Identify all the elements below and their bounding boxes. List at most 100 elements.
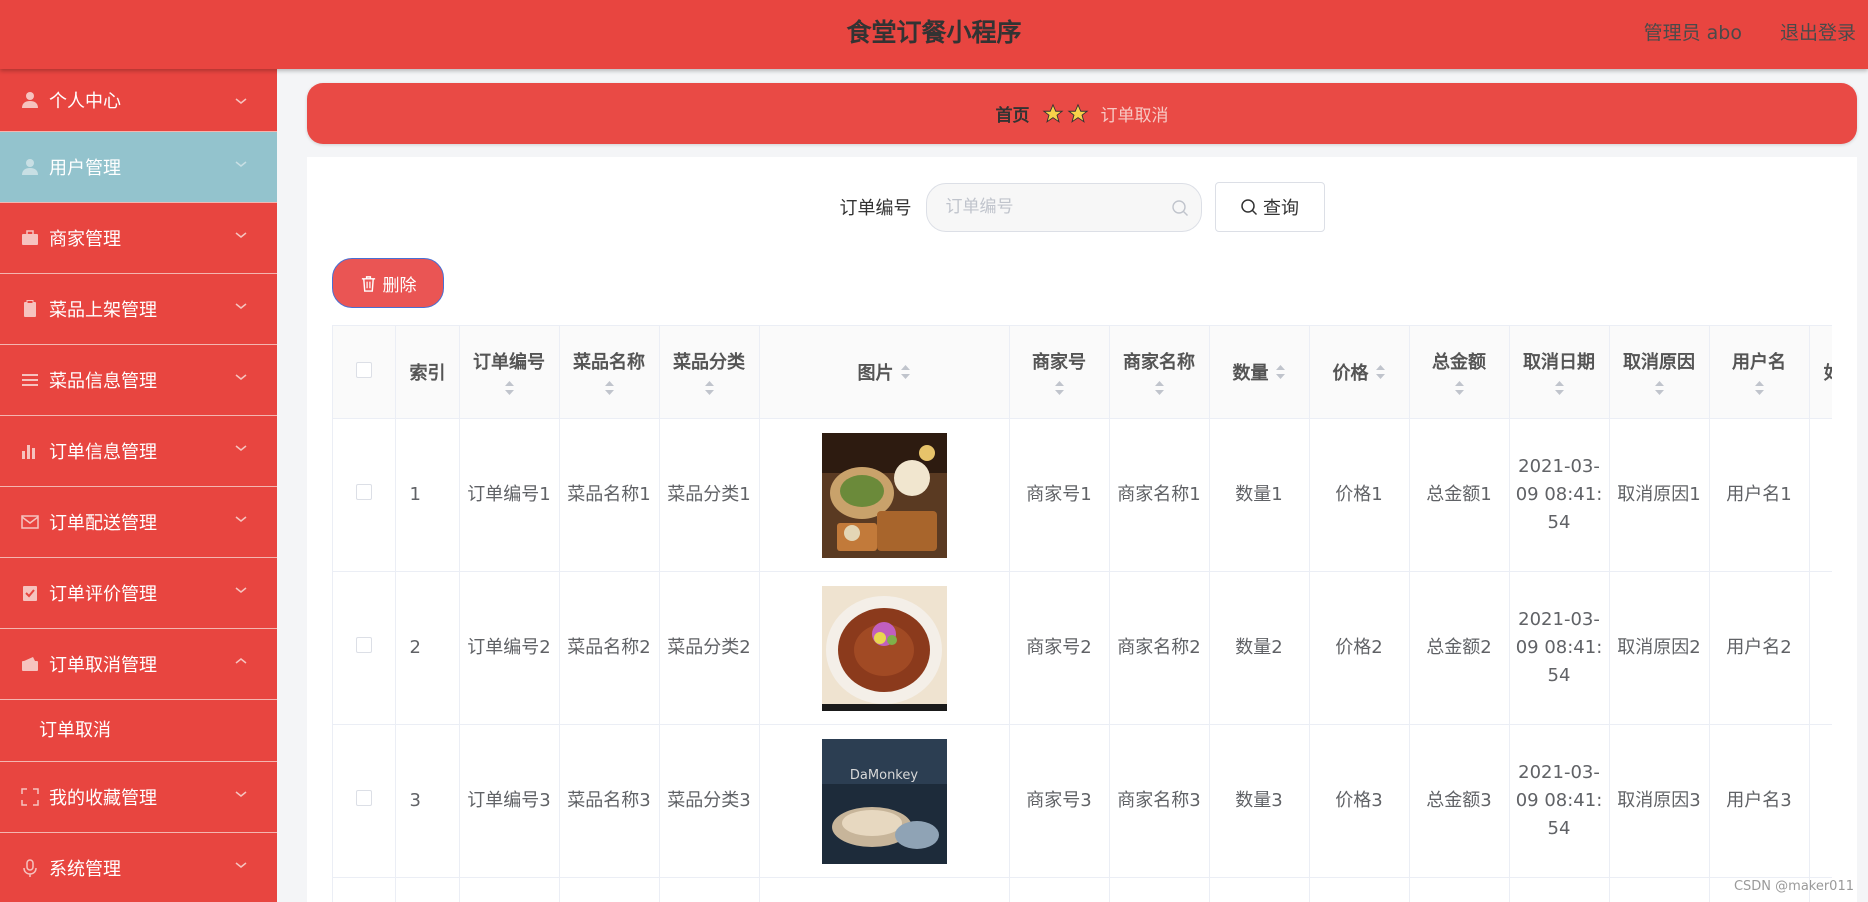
select-all-checkbox[interactable] — [355, 361, 372, 378]
cell-price: 价格3 — [1309, 724, 1410, 878]
chevron-down-icon — [235, 374, 247, 380]
row-checkbox-cell — [333, 724, 396, 878]
cell-quantity: 数量1 — [1209, 418, 1310, 572]
search-icon — [1241, 199, 1258, 216]
person-icon — [20, 90, 40, 110]
sidebar-item-order-cancel-management[interactable]: 订单取消管理 — [0, 629, 277, 700]
submenu-item-order-cancel[interactable]: 订单取消 — [0, 700, 277, 762]
sidebar-item-dish-listing-management[interactable]: 菜品上架管理 — [0, 274, 277, 345]
sidebar-item-favorites-management[interactable]: 我的收藏管理 — [0, 762, 277, 833]
partial-row-cell — [1409, 877, 1510, 902]
sort-icon — [1375, 365, 1385, 379]
sidebar-item-label: 我的收藏管理 — [49, 788, 157, 809]
partial-row-cell — [1109, 877, 1210, 902]
chevron-down-icon — [235, 587, 247, 593]
column-header-image[interactable]: 图片 — [759, 325, 1010, 419]
column-header-username[interactable]: 用户名 — [1709, 325, 1810, 419]
chevron-down-icon — [235, 232, 247, 238]
partial-row-cell — [1209, 877, 1310, 902]
column-header-label: 订单编号 — [473, 352, 545, 373]
cell-truncated — [1809, 418, 1832, 572]
cell-image — [759, 418, 1010, 572]
column-header-quantity[interactable]: 数量 — [1209, 325, 1310, 419]
cell-total: 总金额2 — [1409, 571, 1510, 725]
cell-cancel-date: 2021-03-09 08:41:54 — [1509, 571, 1610, 725]
partial-row-cell — [759, 877, 1010, 902]
column-header-label: 用户名 — [1732, 352, 1786, 373]
logout-link[interactable]: 退出登录 — [1780, 18, 1856, 45]
cell-dish-category: 菜品分类1 — [659, 418, 760, 572]
cell-truncated — [1809, 571, 1832, 725]
chevron-down-icon — [235, 161, 247, 167]
column-header-total[interactable]: 总金额 — [1409, 325, 1510, 419]
column-header-cancel-reason[interactable]: 取消原因 — [1609, 325, 1710, 419]
row-checkbox[interactable] — [355, 484, 372, 500]
sidebar-item-label: 菜品信息管理 — [49, 371, 157, 392]
sort-icon — [900, 365, 910, 379]
cell-price: 价格2 — [1309, 571, 1410, 725]
sidebar-item-system-management[interactable]: 系统管理 — [0, 833, 277, 902]
column-header-price[interactable]: 价格 — [1309, 325, 1410, 419]
person-icon — [20, 157, 40, 177]
breadcrumb-current: 订单取消 — [1100, 106, 1169, 126]
column-header-order-no[interactable]: 订单编号 — [459, 325, 560, 419]
cell-cancel-reason: 取消原因2 — [1609, 571, 1710, 725]
row-checkbox[interactable] — [355, 637, 372, 653]
row-checkbox-cell — [333, 571, 396, 725]
search-label: 订单编号 — [839, 198, 912, 219]
cell-total: 总金额1 — [1409, 418, 1510, 572]
cell-dish-category: 菜品分类2 — [659, 571, 760, 725]
sidebar-item-personal-center[interactable]: 个人中心 — [0, 69, 277, 132]
breadcrumb-separator — [1041, 103, 1089, 125]
column-header-merchant-no[interactable]: 商家号 — [1009, 325, 1110, 419]
sort-icon — [1654, 381, 1664, 395]
column-header-label: 取消原因 — [1623, 352, 1695, 373]
sidebar-item-order-delivery-management[interactable]: 订单配送管理 — [0, 487, 277, 558]
chevron-down-icon — [235, 445, 247, 451]
delete-button[interactable]: 删除 — [332, 258, 444, 308]
sidebar-item-user-management[interactable]: 用户管理 — [0, 132, 277, 203]
column-header-label: 数量 — [1232, 363, 1269, 384]
watermark: CSDN @maker011 — [1733, 879, 1854, 894]
select-all-cell — [333, 325, 396, 419]
column-header-label: 价格 — [1332, 363, 1369, 384]
table-row: 2 订单编号2 菜品名称2 菜品分类2 商家号2 商家名称2 数量2 价格2 总… — [333, 571, 1832, 725]
content-panel: 订单编号 查询 删除 索引 — [307, 157, 1857, 902]
admin-user-label: 管理员 abo — [1643, 22, 1742, 44]
sidebar-item-order-review-management[interactable]: 订单评价管理 — [0, 558, 277, 629]
query-button[interactable]: 查询 — [1214, 182, 1325, 232]
fullscreen-icon — [20, 787, 40, 807]
chevron-up-icon — [235, 658, 247, 664]
cell-index: 2 — [395, 571, 460, 725]
sort-icon — [1554, 381, 1564, 395]
column-header-label: 图片 — [857, 363, 894, 384]
column-header-label: 菜品名称 — [573, 352, 645, 373]
column-header-merchant-name[interactable]: 商家名称 — [1109, 325, 1210, 419]
sidebar-item-label: 订单配送管理 — [49, 513, 157, 534]
partial-row-cell — [459, 877, 560, 902]
sidebar-item-label: 菜品上架管理 — [49, 300, 157, 321]
column-header-cancel-date[interactable]: 取消日期 — [1509, 325, 1610, 419]
trash-icon — [361, 275, 375, 292]
app-title: 食堂订餐小程序 — [846, 18, 1022, 47]
cell-image — [759, 571, 1010, 725]
cell-merchant-no: 商家号1 — [1009, 418, 1110, 572]
column-header-dish-name[interactable]: 菜品名称 — [559, 325, 660, 419]
partial-row-cell — [659, 877, 760, 902]
cell-order-no: 订单编号1 — [459, 418, 560, 572]
sidebar-item-label: 系统管理 — [49, 859, 121, 880]
top-header: 食堂订餐小程序 管理员 abo 退出登录 — [0, 0, 1868, 69]
row-checkbox[interactable] — [355, 790, 372, 806]
cell-truncated — [1809, 724, 1832, 878]
chevron-down-icon — [235, 516, 247, 522]
dish-image-text: DaMonkey — [849, 768, 917, 783]
microphone-icon — [20, 858, 40, 878]
sidebar-item-merchant-management[interactable]: 商家管理 — [0, 203, 277, 274]
order-number-search-input[interactable] — [926, 183, 1201, 231]
breadcrumb-home[interactable]: 首页 — [996, 101, 1030, 126]
column-header-dish-category[interactable]: 菜品分类 — [659, 325, 760, 419]
cell-image: DaMonkey — [759, 724, 1010, 878]
sidebar-item-order-info-management[interactable]: 订单信息管理 — [0, 416, 277, 487]
sort-icon — [1754, 381, 1764, 395]
sidebar-item-dish-info-management[interactable]: 菜品信息管理 — [0, 345, 277, 416]
